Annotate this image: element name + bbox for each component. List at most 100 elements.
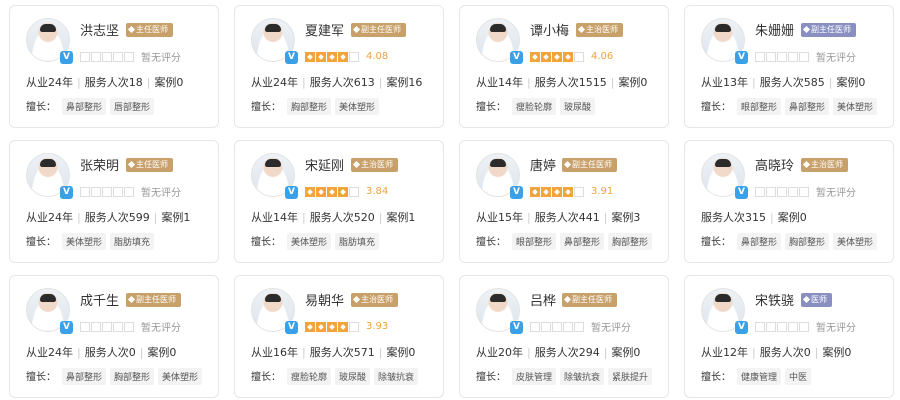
doctor-card[interactable]: V 易朝华 主治医师 3.93 从业16年 | 服务人次571 | 案例0 擅长： 瘦脸轮廓 玻尿酸除… [234,275,444,398]
doctor-title-badge: 医师 [801,293,832,307]
doctor-avatar[interactable]: V [26,153,73,199]
doctor-avatar[interactable]: V [251,288,298,334]
specialty-tag[interactable]: 健康管理 [737,368,782,385]
doctor-card[interactable]: V 宋铁骁 医师 暂无评分 从业12年 | 服务人次0 | 案例0 擅长： 健康管理 中医 [684,275,894,398]
specialty-tag[interactable]: 眼部整形 [512,233,557,250]
doctor-name[interactable]: 宋延刚 [305,155,344,174]
specialty-tag[interactable]: 除皱抗衰 [560,368,605,385]
specialty-label: 擅长： [701,102,731,113]
doctor-avatar[interactable]: V [476,288,523,334]
doctor-card[interactable]: V 张荣明 主任医师 暂无评分 从业24年 | 服务人次599 | 案例1 擅长： 美体塑形 脂肪填充 [9,140,219,263]
doctor-avatar[interactable]: V [26,18,73,64]
service-count: 服务人次18 [84,76,143,89]
doctor-stats: 从业14年 | 服务人次1515 | 案例0 [476,74,647,90]
rating-score: 3.84 [366,186,389,197]
star-icon [124,321,134,332]
doctor-stats: 从业24年 | 服务人次0 | 案例0 [26,344,176,360]
avatar-hair [40,24,56,32]
specialty-tag[interactable]: 中医 [785,368,812,385]
doctor-avatar[interactable]: V [251,153,298,199]
specialty-tag[interactable]: 胸部整形 [608,233,653,250]
specialty-tag[interactable]: 脂肪填充 [335,233,380,250]
specialty-tag[interactable]: 鼻部整形 [62,98,107,115]
specialty-tag[interactable]: 美体塑形 [335,98,380,115]
doctor-title-badge: 主治医师 [801,158,848,172]
rating-stars: 暂无评分 [530,316,631,334]
doctor-card[interactable]: V 成千生 副主任医师 暂无评分 从业24年 | 服务人次0 | 案例0 擅长： 鼻部整形 胸部整形美… [9,275,219,398]
doctor-name[interactable]: 洪志坚 [80,20,119,39]
specialty-tag[interactable]: 眼部整形 [737,98,782,115]
specialty-tag[interactable]: 鼻部整形 [560,233,605,250]
service-count: 服务人次520 [309,211,375,224]
specialty-tag[interactable]: 唇部整形 [110,98,155,115]
divider: | [378,211,383,224]
rating-score: 暂无评分 [141,53,181,64]
doctor-card[interactable]: V 唐婷 副主任医师 3.91 从业15年 | 服务人次441 | 案例3 擅长： 眼部整形 鼻部整形… [459,140,669,263]
specialties: 擅长： 皮肤管理 除皱抗衰 紧肤提升 [476,368,653,385]
verified-icon: V [510,51,523,64]
specialty-tag[interactable]: 胸部整形 [287,98,332,115]
specialties: 擅长： 瘦脸轮廓 玻尿酸 [476,98,596,115]
case-count: 案例0 [836,76,866,89]
specialty-tag[interactable]: 美体塑形 [158,368,203,385]
specialty-tag[interactable]: 玻尿酸 [335,368,371,385]
specialty-label: 擅长： [26,102,56,113]
specialty-tag[interactable]: 胸部整形 [785,233,830,250]
doctor-avatar[interactable]: V [701,18,748,64]
doctor-card[interactable]: V 夏建军 副主任医师 4.08 从业24年 | 服务人次613 | 案例16 擅长： 胸部整形 美体… [234,5,444,128]
star-icon [316,51,326,62]
specialty-tag[interactable]: 瘦脸轮廓 [287,368,332,385]
doctor-name[interactable]: 张荣明 [80,155,119,174]
rating-score: 暂无评分 [816,188,856,199]
doctor-card[interactable]: V 朱姗姗 副主任医师 暂无评分 从业13年 | 服务人次585 | 案例0 擅长： 眼部整形 鼻部整… [684,5,894,128]
specialty-label: 擅长： [476,237,506,248]
doctor-card[interactable]: V 谭小梅 主治医师 4.06 从业14年 | 服务人次1515 | 案例0 擅长： 瘦脸轮廓 玻尿酸 [459,5,669,128]
rating-stars: 暂无评分 [80,316,181,334]
doctor-name[interactable]: 宋铁骁 [755,290,794,309]
divider: | [77,211,81,224]
doctor-title-badge: 主治医师 [576,23,623,37]
doctor-avatar[interactable]: V [26,288,73,334]
doctor-name[interactable]: 谭小梅 [530,20,569,39]
specialty-tag[interactable]: 鼻部整形 [737,233,782,250]
doctor-card[interactable]: V 高晓玲 主治医师 暂无评分 服务人次315 | 案例0 擅长： 鼻部整形 胸部整形 美体塑形 [684,140,894,263]
specialty-tag[interactable]: 脂肪填充 [110,233,155,250]
doctor-avatar[interactable]: V [251,18,298,64]
specialty-tag[interactable]: 美体塑形 [833,233,878,250]
doctor-card[interactable]: V 宋延刚 主治医师 3.84 从业14年 | 服务人次520 | 案例1 擅长： 美体塑形 脂肪填充 [234,140,444,263]
specialty-tag[interactable]: 瘦脸轮廓 [512,98,557,115]
doctor-avatar[interactable]: V [476,18,523,64]
star-icon [777,186,787,197]
specialty-label: 擅长： [251,372,281,383]
doctor-name[interactable]: 高晓玲 [755,155,794,174]
specialty-tag[interactable]: 玻尿酸 [560,98,596,115]
specialty-tag[interactable]: 美体塑形 [62,233,107,250]
specialty-tag[interactable]: 胸部整形 [110,368,155,385]
doctor-avatar[interactable]: V [701,288,748,334]
specialty-tag[interactable]: 除皱抗衰 [374,368,419,385]
star-icon [327,186,337,197]
doctor-name[interactable]: 唐婷 [530,155,556,174]
doctor-card[interactable]: V 吕桦 副主任医师 暂无评分 从业20年 | 服务人次294 | 案例0 擅长： 皮肤管理 除皱抗衰… [459,275,669,398]
star-icon [530,321,540,332]
divider: | [828,76,833,89]
specialty-tag[interactable]: 美体塑形 [287,233,332,250]
doctor-name[interactable]: 夏建军 [305,20,344,39]
doctor-card[interactable]: V 洪志坚 主任医师 暂无评分 从业24年 | 服务人次18 | 案例0 擅长： 鼻部整形 唇部整形 [9,5,219,128]
specialty-tag[interactable]: 紧肤提升 [608,368,653,385]
doctor-name[interactable]: 朱姗姗 [755,20,794,39]
doctor-name[interactable]: 易朝华 [305,290,344,309]
specialty-tag[interactable]: 鼻部整形 [785,98,830,115]
doctor-avatar[interactable]: V [476,153,523,199]
doctor-avatar[interactable]: V [701,153,748,199]
specialty-tag[interactable]: 美体塑形 [833,98,878,115]
doctor-name[interactable]: 吕桦 [530,290,556,309]
doctor-name[interactable]: 成千生 [80,290,119,309]
specialty-tag[interactable]: 皮肤管理 [512,368,557,385]
service-count: 服务人次585 [759,76,825,89]
case-count: 案例1 [161,211,191,224]
specialty-tag[interactable]: 鼻部整形 [62,368,107,385]
star-icon [316,186,326,197]
star-icon [338,51,348,62]
star-icon [777,321,787,332]
